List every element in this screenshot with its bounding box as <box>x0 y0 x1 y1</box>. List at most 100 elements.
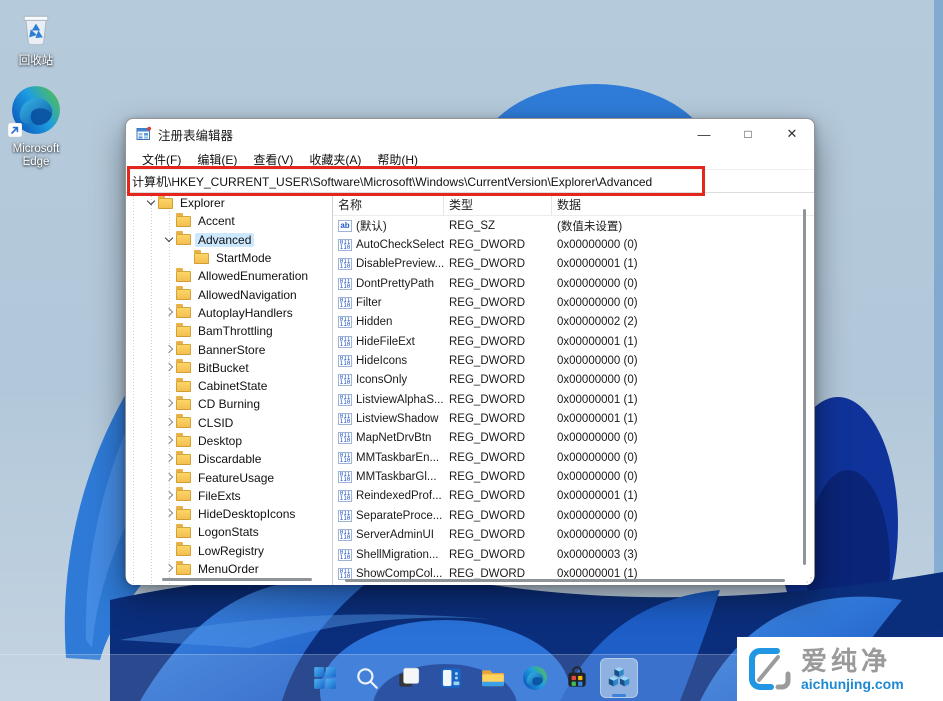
registry-value-row[interactable]: 011110ListviewShadowREG_DWORD0x00000001 … <box>333 409 814 428</box>
tree-item-advanced[interactable]: Advanced <box>126 231 332 249</box>
file-explorer-icon <box>480 665 506 691</box>
chevron-right-icon[interactable] <box>162 507 176 521</box>
column-header-data[interactable]: 数据 <box>552 193 814 215</box>
tree-item-allowedenumeration[interactable]: AllowedEnumeration <box>126 267 332 285</box>
tree-item-lowregistry[interactable]: LowRegistry <box>126 542 332 560</box>
chevron-right-icon[interactable] <box>162 562 176 576</box>
tree-hscrollbar[interactable] <box>162 578 312 581</box>
tree-item-explorer[interactable]: Explorer <box>126 194 332 212</box>
taskbar-file-explorer-button[interactable] <box>474 658 512 698</box>
minimize-button[interactable]: — <box>682 119 726 149</box>
value-type: REG_DWORD <box>444 316 552 328</box>
tree-item-label: Accent <box>195 214 238 228</box>
taskbar-edge-button[interactable] <box>516 658 554 698</box>
registry-value-row[interactable]: 011110DontPrettyPathREG_DWORD0x00000000 … <box>333 274 814 293</box>
registry-value-row[interactable]: 011110HiddenREG_DWORD0x00000002 (2) <box>333 313 814 332</box>
chevron-right-icon[interactable] <box>162 489 176 503</box>
column-header-type[interactable]: 类型 <box>444 193 552 215</box>
taskbar-search-button[interactable] <box>348 658 386 698</box>
tree-item-label: FileExts <box>195 489 244 503</box>
chevron-right-icon[interactable] <box>162 361 176 375</box>
title-bar[interactable]: 注册表编辑器 — □ ✕ <box>126 119 814 149</box>
window-title: 注册表编辑器 <box>158 125 233 144</box>
registry-value-row[interactable]: 011110ReindexedProf...REG_DWORD0x0000000… <box>333 487 814 506</box>
chevron-right-icon[interactable] <box>162 416 176 430</box>
folder-icon <box>176 545 191 556</box>
registry-value-row[interactable]: ab(默认)REG_SZ(数值未设置) <box>333 216 814 235</box>
value-data: 0x00000003 (3) <box>552 549 814 561</box>
registry-value-row[interactable]: 011110SeparateProce...REG_DWORD0x0000000… <box>333 506 814 525</box>
registry-value-row[interactable]: 011110AutoCheckSelectREG_DWORD0x00000000… <box>333 235 814 254</box>
resize-grip-icon[interactable] <box>804 575 812 583</box>
registry-value-row[interactable]: 011110MMTaskbarGl...REG_DWORD0x00000000 … <box>333 467 814 486</box>
tree-item-menuorder[interactable]: MenuOrder <box>126 560 332 578</box>
registry-value-row[interactable]: 011110FilterREG_DWORD0x00000000 (0) <box>333 293 814 312</box>
chevron-down-icon[interactable] <box>162 233 176 247</box>
registry-value-row[interactable]: 011110IconsOnlyREG_DWORD0x00000000 (0) <box>333 371 814 390</box>
tree-item-cd-burning[interactable]: CD Burning <box>126 395 332 413</box>
folder-icon <box>176 436 191 447</box>
menu-item-4[interactable]: 帮助(H) <box>369 149 426 170</box>
registry-value-row[interactable]: 011110ShellMigration...REG_DWORD0x000000… <box>333 545 814 564</box>
tree-item-clsid[interactable]: CLSID <box>126 414 332 432</box>
chevron-right-icon[interactable] <box>162 343 176 357</box>
taskbar-start-button[interactable] <box>306 658 344 698</box>
column-header-name[interactable]: 名称 <box>333 193 444 215</box>
chevron-down-icon[interactable] <box>144 196 158 210</box>
close-button[interactable]: ✕ <box>770 119 814 149</box>
menu-item-1[interactable]: 编辑(E) <box>189 149 245 170</box>
registry-value-row[interactable]: 011110MapNetDrvBtnREG_DWORD0x00000000 (0… <box>333 429 814 448</box>
desktop-icon-label: 回收站 <box>19 55 54 67</box>
tree-item-fileexts[interactable]: FileExts <box>126 487 332 505</box>
reg-dword-icon: 011110 <box>338 510 352 522</box>
edge-logo-wrap <box>10 84 62 139</box>
active-app-indicator <box>612 694 626 697</box>
desktop-icon-recycle-bin[interactable]: 回收站 <box>0 8 72 68</box>
window-body: Explorer Accent Advanced StartMode AllowedEn… <box>126 193 814 585</box>
chevron-right-icon[interactable] <box>162 397 176 411</box>
folder-icon <box>176 362 191 373</box>
taskbar-store-button[interactable] <box>558 658 596 698</box>
list-vscrollbar[interactable] <box>803 209 806 565</box>
registry-value-row[interactable]: 011110HideIconsREG_DWORD0x00000000 (0) <box>333 351 814 370</box>
tree-item-bitbucket[interactable]: BitBucket <box>126 359 332 377</box>
taskbar-widgets-button[interactable] <box>432 658 470 698</box>
registry-value-row[interactable]: 011110ServerAdminUIREG_DWORD0x00000000 (… <box>333 526 814 545</box>
list-hscrollbar[interactable] <box>345 579 785 582</box>
folder-icon <box>176 271 191 282</box>
address-bar[interactable]: 计算机\HKEY_CURRENT_USER\Software\Microsoft… <box>126 169 814 193</box>
chevron-right-icon[interactable] <box>162 471 176 485</box>
tree-item-label: AllowedNavigation <box>195 288 300 302</box>
tree-item-bamthrottling[interactable]: BamThrottling <box>126 322 332 340</box>
reg-dword-icon: 011110 <box>338 471 352 483</box>
tree-item-startmode[interactable]: StartMode <box>126 249 332 267</box>
tree-item-desktop[interactable]: Desktop <box>126 432 332 450</box>
tree-item-bannerstore[interactable]: BannerStore <box>126 340 332 358</box>
registry-value-row[interactable]: 011110MMTaskbarEn...REG_DWORD0x00000000 … <box>333 448 814 467</box>
maximize-button[interactable]: □ <box>726 119 770 149</box>
registry-value-row[interactable]: 011110DisablePreview...REG_DWORD0x000000… <box>333 255 814 274</box>
reg-dword-icon: 011110 <box>338 529 352 541</box>
chevron-right-icon[interactable] <box>162 452 176 466</box>
menu-item-0[interactable]: 文件(F) <box>134 149 189 170</box>
tree-item-logonstats[interactable]: LogonStats <box>126 523 332 541</box>
reg-dword-icon: 011110 <box>338 374 352 386</box>
tree-item-label: StartMode <box>213 251 274 265</box>
tree-item-accent[interactable]: Accent <box>126 212 332 230</box>
tree-item-cabinetstate[interactable]: CabinetState <box>126 377 332 395</box>
chevron-right-icon[interactable] <box>162 434 176 448</box>
menu-item-3[interactable]: 收藏夹(A) <box>301 149 369 170</box>
registry-value-row[interactable]: 011110ListviewAlphaS...REG_DWORD0x000000… <box>333 390 814 409</box>
menu-item-2[interactable]: 查看(V) <box>245 149 301 170</box>
taskbar-task-view-button[interactable] <box>390 658 428 698</box>
tree-item-featureusage[interactable]: FeatureUsage <box>126 468 332 486</box>
taskbar-regedit-button[interactable] <box>600 658 638 698</box>
tree-item-discardable[interactable]: Discardable <box>126 450 332 468</box>
desktop-icon-microsoft-edge[interactable]: Microsoft Edge <box>0 84 72 169</box>
tree-item-autoplayhandlers[interactable]: AutoplayHandlers <box>126 304 332 322</box>
tree-item-hidedesktopicons[interactable]: HideDesktopIcons <box>126 505 332 523</box>
tree-item-allowednavigation[interactable]: AllowedNavigation <box>126 285 332 303</box>
value-name: HideIcons <box>356 355 407 367</box>
registry-value-row[interactable]: 011110HideFileExtREG_DWORD0x00000001 (1) <box>333 332 814 351</box>
chevron-right-icon[interactable] <box>162 306 176 320</box>
